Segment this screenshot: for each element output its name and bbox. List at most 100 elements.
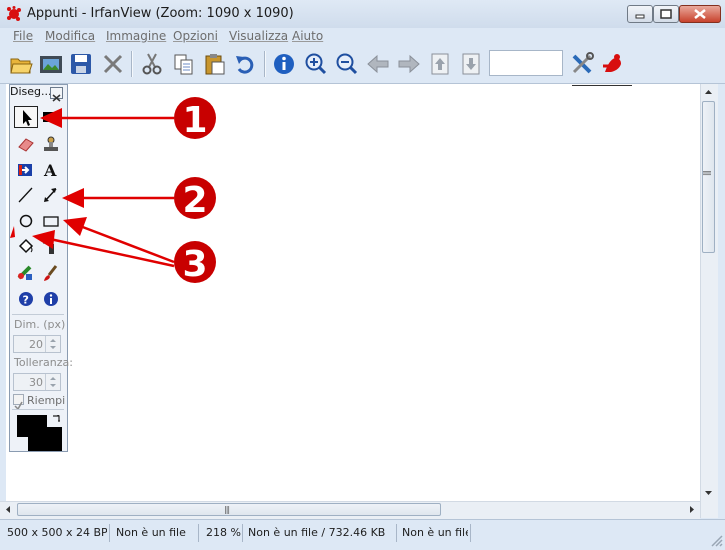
status-filesize: Non è un file / 732.46 KB <box>248 526 386 539</box>
status-separator <box>470 524 471 542</box>
tool-arrow-box[interactable] <box>14 159 38 181</box>
palette-close-button[interactable] <box>50 87 63 102</box>
tool-eraser[interactable] <box>14 133 38 155</box>
info-button[interactable] <box>271 51 297 77</box>
prev-image-button[interactable] <box>365 51 391 77</box>
paste-button[interactable] <box>202 51 228 77</box>
close-button[interactable] <box>679 5 721 23</box>
page-number-input[interactable] <box>489 50 563 76</box>
settings-button[interactable] <box>569 51 595 77</box>
irfanview-icon <box>603 54 621 72</box>
status-separator <box>242 524 243 542</box>
cut-button[interactable] <box>139 51 165 77</box>
rectangle-icon <box>43 216 59 227</box>
tool-circle[interactable] <box>14 210 38 232</box>
maximize-button[interactable] <box>653 5 679 23</box>
dim-spinner[interactable]: 20 <box>13 335 61 353</box>
menu-bar: File Modifica Immagine Opzioni Visualizz… <box>0 28 725 45</box>
menu-visualizza[interactable]: Visualizza <box>229 29 288 43</box>
grip-icon: ||| <box>224 505 230 514</box>
double-arrow-icon <box>44 188 57 202</box>
spinner-arrows-icon <box>50 377 56 387</box>
next-page-button[interactable] <box>458 51 484 77</box>
circle-icon <box>19 214 33 228</box>
fill-checkbox[interactable] <box>13 394 24 411</box>
foreground-color-swatch[interactable] <box>28 427 62 451</box>
brush-icon <box>44 265 58 281</box>
scroll-left-button[interactable] <box>0 501 17 518</box>
tool-line[interactable] <box>14 184 38 206</box>
irfanview-app-icon <box>7 6 21 21</box>
menu-immagine[interactable]: Immagine <box>106 29 166 43</box>
undo-button[interactable] <box>233 51 259 77</box>
menu-opzioni[interactable]: Opzioni <box>173 29 218 43</box>
tolerance-spinner[interactable]: 30 <box>13 373 61 391</box>
delete-icon <box>103 54 123 74</box>
prev-icon <box>367 54 389 74</box>
tool-info[interactable] <box>39 288 63 310</box>
scroll-down-button[interactable] <box>700 484 717 501</box>
maximize-icon <box>660 9 672 19</box>
selection-icon <box>43 112 57 122</box>
close-icon <box>52 94 61 102</box>
image-canvas[interactable] <box>6 84 700 501</box>
spinner-arrows[interactable] <box>45 336 60 352</box>
slideshow-icon <box>40 56 62 73</box>
scroll-down-icon <box>705 491 712 495</box>
scroll-up-icon <box>705 90 712 94</box>
tool-double-arrow[interactable] <box>39 184 63 206</box>
cursor-arrow-icon <box>23 110 32 126</box>
prev-page-button[interactable] <box>427 51 453 77</box>
svg-text:?: ? <box>23 294 29 307</box>
svg-text:A: A <box>43 161 57 179</box>
next-image-button[interactable] <box>396 51 422 77</box>
vertical-scroll-thumb[interactable]: ||| <box>702 101 715 253</box>
stamp-icon <box>44 136 58 151</box>
palette-divider <box>12 314 64 315</box>
copy-button[interactable] <box>171 51 197 77</box>
tool-text[interactable]: A <box>39 159 63 181</box>
tolerance-label: Tolleranza: <box>14 356 73 369</box>
status-zoom: 218 % <box>206 526 241 539</box>
tool-select-arrow[interactable] <box>14 106 38 128</box>
horizontal-scroll-thumb[interactable]: ||| <box>17 503 441 516</box>
menu-aiuto[interactable]: Aiuto <box>292 29 323 43</box>
menu-file[interactable]: File <box>13 29 33 43</box>
close-icon <box>694 9 706 19</box>
slideshow-button[interactable] <box>38 51 64 77</box>
paste-icon <box>205 54 225 75</box>
tool-selection-rect[interactable] <box>39 106 63 128</box>
open-button[interactable] <box>8 51 34 77</box>
tool-clone-stamp[interactable] <box>39 133 63 155</box>
resize-grip-icon[interactable] <box>710 534 723 547</box>
grip-icon: ||| <box>703 169 713 176</box>
arrow-box-icon <box>18 164 32 176</box>
zoom-out-icon <box>336 53 358 75</box>
tool-color-replace[interactable] <box>14 262 38 284</box>
irfanview-button[interactable] <box>600 51 626 77</box>
delete-button[interactable] <box>100 51 126 77</box>
tool-rectangle[interactable] <box>39 210 63 232</box>
undo-icon <box>236 56 254 74</box>
tool-brush[interactable] <box>39 262 63 284</box>
menu-modifica[interactable]: Modifica <box>45 29 95 43</box>
scroll-right-button[interactable] <box>683 501 700 518</box>
palette-divider <box>12 409 64 410</box>
minimize-button[interactable] <box>627 5 653 23</box>
spinner-arrows[interactable] <box>45 374 60 390</box>
tool-help[interactable]: ? <box>14 288 38 310</box>
next-page-icon <box>462 53 480 75</box>
save-button[interactable] <box>68 51 94 77</box>
settings-icon <box>572 52 594 74</box>
swap-colors-icon[interactable] <box>51 414 63 426</box>
status-separator <box>109 524 110 542</box>
zoom-out-button[interactable] <box>334 51 360 77</box>
spinner-arrows-icon <box>50 339 56 349</box>
dim-value: 20 <box>29 338 43 351</box>
scroll-up-button[interactable] <box>700 84 717 101</box>
tool-spray[interactable] <box>39 235 63 257</box>
tool-fill-bucket[interactable] <box>14 235 38 257</box>
scroll-left-icon <box>6 506 10 513</box>
zoom-in-button[interactable] <box>303 51 329 77</box>
zoom-in-icon <box>305 53 327 75</box>
